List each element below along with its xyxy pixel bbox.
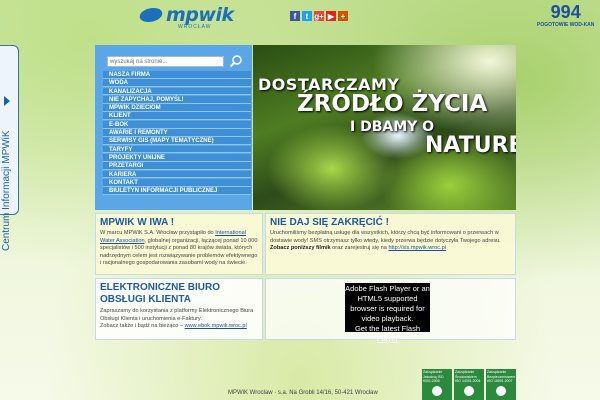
cert-iso-9001-label: Zarządzanie Jakością ISO 9001:2008 bbox=[423, 370, 444, 383]
cert-iso-18001[interactable]: Zarządzanie Bezpieczeństwem ISO 18001:20… bbox=[486, 369, 516, 400]
cert-seal-icon bbox=[464, 385, 474, 396]
menu-item-serwisy-gis[interactable]: SERWISY GIS (MAPY TEMATYCZNE) bbox=[103, 137, 251, 146]
flash-message: Adobe Flash Player or an HTML5 supported… bbox=[345, 284, 430, 323]
flash-download-link[interactable]: Get the latest Flash Player bbox=[345, 324, 430, 344]
emergency-hotline[interactable]: 994 POGOTOWIE WOD-KAN bbox=[537, 2, 594, 28]
footer-address: MPWiK Wrocław · s.a. Na Grobli 14/16, 50… bbox=[228, 390, 378, 396]
mpwik-logo[interactable]: mpwik WROCŁAW bbox=[137, 4, 234, 30]
iwa-title: MPWIK W IWA ! bbox=[100, 217, 175, 228]
menu-item-przetargi[interactable]: PRZETARGI bbox=[103, 162, 251, 171]
ebok-link[interactable]: www.ebok.mpwik.wroc.pl bbox=[185, 323, 247, 329]
sms-link[interactable]: http://sis.mpwik.wroc.pl bbox=[388, 245, 446, 251]
menu-item-kariera[interactable]: KARIERA bbox=[103, 170, 251, 179]
sms-news-box: NIE DAJ SIĘ ZAKRĘCIĆ ! Uruchomiliśmy bez… bbox=[265, 213, 516, 275]
menu-item-taryfy[interactable]: TARYFY bbox=[103, 145, 251, 154]
sms-text: Uruchomiliśmy bezpłatną usługę dla wszys… bbox=[270, 230, 501, 251]
twitter-icon[interactable]: t bbox=[302, 11, 312, 21]
hero-line-3: I DBAMY O bbox=[350, 119, 435, 135]
menu-item-e-bok[interactable]: E-BOK bbox=[103, 120, 251, 129]
ebok-text: Zapraszamy do korzystania z platformy El… bbox=[100, 308, 254, 329]
menu-item-kontakt[interactable]: KONTAKT bbox=[103, 178, 251, 187]
cert-seal-icon bbox=[496, 385, 506, 396]
hero-line-4: NATURĘ bbox=[425, 133, 516, 158]
menu-item-nasza-firma[interactable]: NASZA FIRMA bbox=[103, 71, 251, 79]
logo-text: mpwik bbox=[166, 4, 234, 26]
ebok-title: ELEKTRONICZNE BIURO OBSŁUGI KLIENTA bbox=[100, 282, 220, 305]
cert-seal-icon bbox=[432, 385, 442, 396]
add-icon[interactable]: + bbox=[338, 11, 348, 21]
hero-line-2: ŹRÓDŁO ŻYCIA bbox=[297, 91, 488, 117]
menu-item-woda[interactable]: WODA bbox=[103, 79, 251, 88]
search-input[interactable] bbox=[107, 56, 224, 67]
info-center-tab[interactable]: Centrum Informacji MPWiK bbox=[0, 45, 19, 251]
cert-iso-14001-label: Zarządzanie Środowiskiem ISO 14001:2004 bbox=[455, 370, 481, 383]
cert-iso-14001[interactable]: Zarządzanie Środowiskiem ISO 14001:2004 bbox=[454, 369, 484, 400]
social-links: f t g+ ▶ + bbox=[290, 11, 348, 21]
iwa-text: W marcu MPWiK S.A. Wrocław przystąpiło d… bbox=[100, 230, 258, 266]
cert-iso-9001[interactable]: Zarządzanie Jakością ISO 9001:2008 bbox=[422, 369, 452, 400]
main-navigation: NASZA FIRMA WODA KANALIZACJA NIE ZAPYCHA… bbox=[95, 45, 252, 210]
facebook-icon[interactable]: f bbox=[290, 11, 300, 21]
logo-swoosh-icon bbox=[137, 8, 165, 22]
sms-title: NIE DAJ SIĘ ZAKRĘCIĆ ! bbox=[270, 217, 389, 228]
menu-item-projekty-unijne[interactable]: PROJEKTY UNIJNE bbox=[103, 153, 251, 162]
menu-item-awarie[interactable]: AWARIE I REMONTY bbox=[103, 129, 251, 137]
cert-iso-18001-label: Zarządzanie Bezpieczeństwem ISO 18001:20… bbox=[487, 370, 516, 383]
hero-banner: DOSTARCZAMY ŹRÓDŁO ŻYCIA I DBAMY O NATUR… bbox=[253, 45, 516, 210]
menu-item-kanalizacja[interactable]: KANALIZACJA bbox=[103, 87, 251, 96]
menu-item-klient[interactable]: KLIENT bbox=[103, 112, 251, 121]
youtube-icon[interactable]: ▶ bbox=[326, 11, 336, 21]
search-icon[interactable] bbox=[229, 54, 243, 68]
logo-subtitle: WROCŁAW bbox=[178, 24, 212, 30]
menu-item-nie-zapychaj[interactable]: NIE ZAPYCHAJ, POMYŚL! bbox=[103, 95, 251, 104]
menu-item-mpwik-dzieciom[interactable]: MPWIK DZIECIOM bbox=[103, 104, 251, 112]
flash-player-notice: Adobe Flash Player or an HTML5 supported… bbox=[345, 283, 430, 343]
emergency-number: 994 bbox=[550, 2, 581, 22]
menu-list: NASZA FIRMA WODA KANALIZACJA NIE ZAPYCHA… bbox=[103, 71, 251, 195]
google-plus-icon[interactable]: g+ bbox=[314, 11, 324, 21]
emergency-label: POGOTOWIE WOD-KAN bbox=[537, 22, 595, 28]
menu-item-bip[interactable]: BIULETYN INFORMACJI PUBLICZNEJ bbox=[103, 187, 251, 195]
ebok-box: ELEKTRONICZNE BIURO OBSŁUGI KLIENTA Zapr… bbox=[95, 278, 263, 340]
iwa-news-box: MPWIK W IWA ! W marcu MPWiK S.A. Wrocław… bbox=[95, 213, 263, 275]
info-center-label: Centrum Informacji MPWiK bbox=[1, 130, 12, 251]
